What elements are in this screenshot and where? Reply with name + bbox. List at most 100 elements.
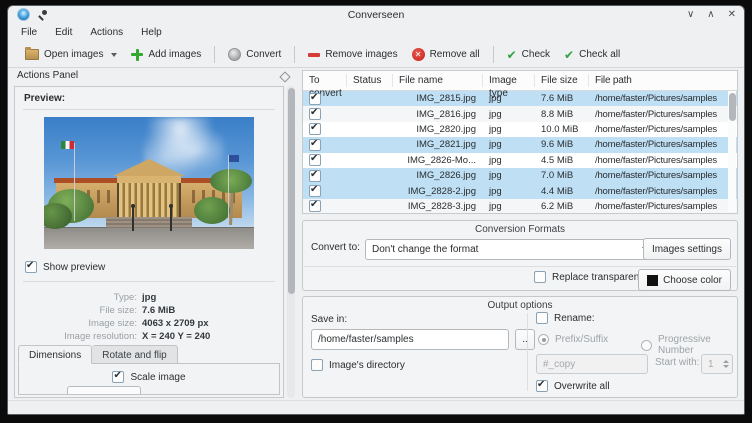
col-file-path[interactable]: File path xyxy=(589,74,728,87)
row-checkbox[interactable] xyxy=(309,200,321,212)
row-checkbox[interactable] xyxy=(309,93,321,105)
row-checkbox[interactable] xyxy=(309,123,321,135)
remove-all-icon: ✕ xyxy=(412,48,425,61)
cell-file-size: 8.8 MiB xyxy=(535,106,589,121)
row-checkbox[interactable] xyxy=(309,108,321,120)
menu-edit[interactable]: Edit xyxy=(46,23,81,42)
preview-label: Preview: xyxy=(24,93,65,104)
type-value: jpg xyxy=(142,292,156,303)
choose-color-label: Choose color xyxy=(663,275,722,286)
add-images-button[interactable]: Add images xyxy=(124,44,208,66)
conversion-formats-group: Conversion Formats Convert to: Don't cha… xyxy=(302,220,738,291)
browse-button[interactable]: .. xyxy=(515,329,535,350)
close-button[interactable]: ✕ xyxy=(728,8,736,21)
minimize-button[interactable]: ∨ xyxy=(687,8,694,21)
open-images-label: Open images xyxy=(44,49,103,60)
cell-status xyxy=(347,122,393,137)
lamp-post xyxy=(170,207,172,231)
cell-image-type: jpg xyxy=(483,183,535,198)
check-all-label: Check all xyxy=(579,49,620,60)
col-file-name[interactable]: File name xyxy=(393,74,483,87)
convert-button[interactable]: Convert xyxy=(221,44,288,66)
scale-image-checkbox[interactable] xyxy=(112,371,124,383)
flag-pole xyxy=(74,143,75,221)
spinner-arrows-icon[interactable] xyxy=(723,360,729,368)
lamp-post xyxy=(132,207,134,231)
start-with-spinner[interactable]: 1 xyxy=(701,354,733,374)
col-file-size[interactable]: File size xyxy=(535,74,589,87)
check-button[interactable]: ✔ Check xyxy=(500,44,557,66)
prefix-suffix-radio[interactable] xyxy=(538,334,549,345)
row-checkbox[interactable] xyxy=(309,139,321,151)
col-status[interactable]: Status xyxy=(347,74,393,87)
overwrite-all-checkbox[interactable] xyxy=(536,380,548,392)
file-table-body: IMG_2815.jpgjpg7.6 MiB/home/faster/Pictu… xyxy=(303,91,737,214)
table-scrollbar[interactable] xyxy=(728,91,736,212)
table-row[interactable]: IMG_2828-3.jpgjpg6.2 MiB/home/faster/Pic… xyxy=(303,199,737,214)
row-checkbox[interactable] xyxy=(309,170,321,182)
cell-image-type: jpg xyxy=(483,168,535,183)
cell-file-size: 4.5 MiB xyxy=(535,153,589,168)
titlebar[interactable]: Converseen ∨ ∧ ✕ xyxy=(8,6,744,23)
toolbar-separator xyxy=(493,46,494,63)
menu-help[interactable]: Help xyxy=(132,23,171,42)
cell-file-path: /home/faster/Pictures/samples xyxy=(589,106,728,121)
table-scrollbar-thumb[interactable] xyxy=(729,93,736,121)
divider xyxy=(23,109,275,110)
open-images-button[interactable]: Open images xyxy=(18,44,124,66)
cell-file-path: /home/faster/Pictures/samples xyxy=(589,137,728,152)
folder-open-icon xyxy=(25,49,39,60)
table-row[interactable]: IMG_2826-Mo...jpg4.5 MiB/home/faster/Pic… xyxy=(303,153,737,168)
resolution-label: Image resolution: xyxy=(15,331,137,342)
toolbar-separator xyxy=(294,46,295,63)
scale-image-label: Scale image xyxy=(130,372,185,383)
remove-images-button[interactable]: Remove images xyxy=(301,44,404,66)
replace-background-checkbox[interactable] xyxy=(534,271,546,283)
maximize-button[interactable]: ∧ xyxy=(707,8,714,21)
actions-panel-content: Preview: xyxy=(14,86,284,398)
panel-scrollbar-thumb[interactable] xyxy=(288,88,295,294)
rename-checkbox[interactable] xyxy=(536,312,548,324)
table-row[interactable]: IMG_2820.jpgjpg10.0 MiB/home/faster/Pict… xyxy=(303,122,737,137)
table-row[interactable]: IMG_2828-2.jpgjpg4.4 MiB/home/faster/Pic… xyxy=(303,183,737,198)
desktop-background: Converseen ∨ ∧ ✕ File Edit Actions Help … xyxy=(0,0,752,423)
tab-rotate-flip[interactable]: Rotate and flip xyxy=(92,345,178,364)
cell-image-type: jpg xyxy=(483,199,535,214)
table-row[interactable]: IMG_2816.jpgjpg8.8 MiB/home/faster/Pictu… xyxy=(303,106,737,121)
cell-file-size: 4.4 MiB xyxy=(535,183,589,198)
progressive-number-radio[interactable] xyxy=(641,340,652,351)
tab-dimensions[interactable]: Dimensions xyxy=(18,345,92,364)
image-size-label: Image size: xyxy=(15,318,137,329)
remove-all-button[interactable]: ✕ Remove all xyxy=(405,44,487,66)
cell-to-convert xyxy=(303,153,347,168)
menu-file[interactable]: File xyxy=(12,23,46,42)
images-settings-button[interactable]: Images settings xyxy=(643,238,731,260)
cell-file-size: 6.2 MiB xyxy=(535,199,589,214)
format-select[interactable]: Don't change the format xyxy=(365,239,657,260)
file-size-label: File size: xyxy=(15,305,137,316)
progressive-number-label: Progressive Number xyxy=(658,334,737,356)
menu-actions[interactable]: Actions xyxy=(81,23,132,42)
cell-image-type: jpg xyxy=(483,122,535,137)
row-checkbox[interactable] xyxy=(309,185,321,197)
col-image-type[interactable]: Image type xyxy=(483,74,535,87)
rename-pattern-input[interactable]: #_copy xyxy=(536,354,648,374)
cell-file-path: /home/faster/Pictures/samples xyxy=(589,91,728,106)
row-checkbox[interactable] xyxy=(309,154,321,166)
divider xyxy=(23,281,275,282)
show-preview-checkbox[interactable] xyxy=(25,261,37,273)
table-row[interactable]: IMG_2815.jpgjpg7.6 MiB/home/faster/Pictu… xyxy=(303,91,737,106)
cell-to-convert xyxy=(303,122,347,137)
dimensions-tab-pane: Scale image xyxy=(18,363,280,395)
divider xyxy=(304,266,736,267)
toolbar-separator xyxy=(214,46,215,63)
choose-color-button[interactable]: Choose color xyxy=(638,269,731,291)
save-path-input[interactable]: /home/faster/samples xyxy=(311,329,509,350)
images-directory-checkbox[interactable] xyxy=(311,359,323,371)
image-info: Type: jpg File size: 7.6 MiB Image size:… xyxy=(15,291,283,343)
panel-scrollbar[interactable] xyxy=(287,86,295,398)
table-row[interactable]: IMG_2826.jpgjpg7.0 MiB/home/faster/Pictu… xyxy=(303,168,737,183)
table-row[interactable]: IMG_2821.jpgjpg9.6 MiB/home/faster/Pictu… xyxy=(303,137,737,152)
check-all-button[interactable]: ✔ Check all xyxy=(557,44,627,66)
col-to-convert[interactable]: To convert xyxy=(303,74,347,87)
